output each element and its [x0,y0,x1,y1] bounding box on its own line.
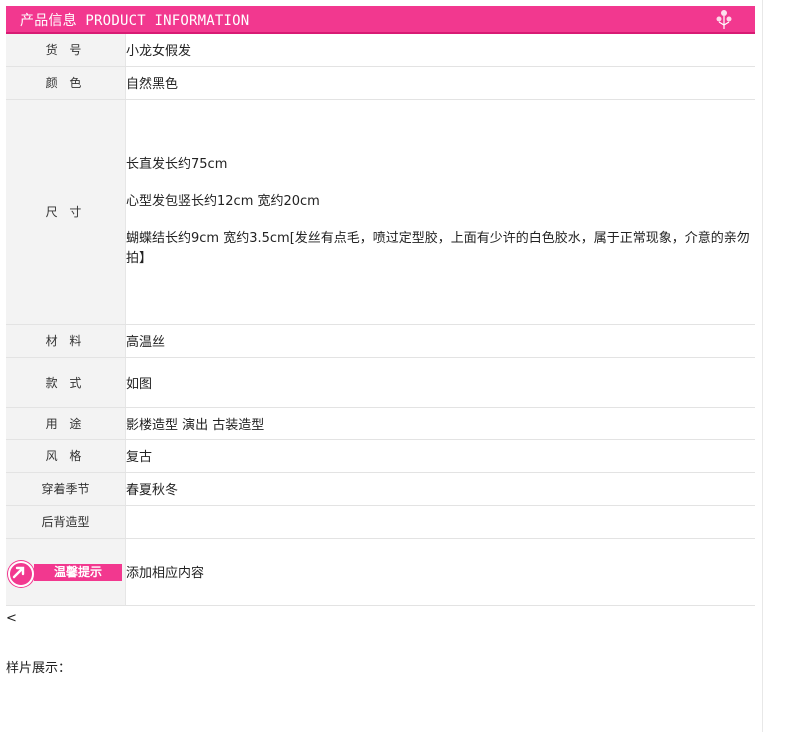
prev-link[interactable]: < [6,611,17,626]
arrow-up-right-icon [12,566,25,578]
usage-label: 用 途 [6,407,126,440]
product-info-banner: 产品信息 PRODUCT INFORMATION [6,6,755,34]
material-label: 材 料 [6,324,126,358]
banner-title: 产品信息 PRODUCT INFORMATION [20,13,250,29]
row-material: 材 料 高温丝 [6,324,755,358]
row-usage: 用 途 影楼造型 演出 古装造型 [6,407,755,440]
size-line-1: 长直发长约75cm [126,156,228,172]
flower-stamp-icon [716,10,732,29]
size-line-2: 心型发包竖长约12cm 宽约20cm [126,193,320,209]
item-no-value: 小龙女假发 [125,34,755,67]
back-style-label: 后背造型 [6,505,126,539]
product-info-table: 货 号 小龙女假发 颜 色 自然黑色 尺 寸 长直发长约75cm 心型发包竖长约… [6,34,755,606]
usage-value: 影楼造型 演出 古装造型 [125,407,755,440]
size-value: 长直发长约75cm 心型发包竖长约12cm 宽约20cm 蝴蝶结长约9cm 宽约… [125,99,755,325]
row-color: 颜 色 自然黑色 [6,66,755,100]
style-value: 如图 [125,357,755,408]
look-label: 风 格 [6,439,126,473]
row-item-no: 货 号 小龙女假发 [6,34,755,67]
sample-label: 样片展示： [6,661,72,676]
season-value: 春夏秋冬 [125,472,755,506]
style-label: 款 式 [6,357,126,408]
row-tip: 温馨提示 添加相应内容 [6,538,755,606]
color-value: 自然黑色 [125,66,755,100]
tip-label-cell: 温馨提示 [6,538,126,606]
size-line-3: 蝴蝶结长约9cm 宽约3.5cm[发丝有点毛，喷过定型胶，上面有少许的白色胶水，… [126,230,750,266]
look-value: 复古 [125,439,755,473]
row-back-style: 后背造型 [6,505,755,539]
tip-badge-text: 温馨提示 [34,563,122,581]
tip-badge: 温馨提示 [8,560,122,587]
row-season: 穿着季节 春夏秋冬 [6,472,755,506]
row-size: 尺 寸 长直发长约75cm 心型发包竖长约12cm 宽约20cm 蝴蝶结长约9c… [6,99,755,325]
size-label: 尺 寸 [6,99,126,325]
back-style-value [125,505,755,539]
season-label: 穿着季节 [6,472,126,506]
page-edge-divider [762,0,763,732]
material-value: 高温丝 [125,324,755,358]
row-style: 款 式 如图 [6,357,755,408]
row-look: 风 格 复古 [6,439,755,473]
tip-value: 添加相应内容 [125,538,755,606]
item-no-label: 货 号 [6,34,126,67]
color-label: 颜 色 [6,66,126,100]
